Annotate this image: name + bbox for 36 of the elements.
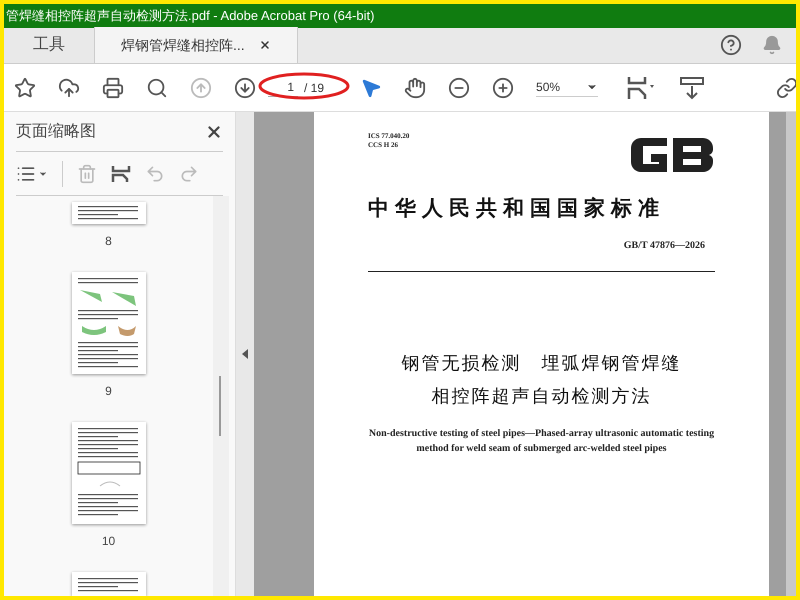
zoom-in-icon[interactable] [492, 76, 514, 98]
help-icon[interactable] [720, 34, 742, 56]
search-icon[interactable] [146, 76, 168, 98]
collapse-arrow-icon[interactable] [242, 349, 248, 359]
standard-number: GB/T 47876—2026 [624, 238, 706, 252]
print-icon[interactable] [102, 76, 124, 98]
page-thumbnail[interactable] [72, 422, 146, 524]
scrollbar[interactable] [786, 112, 796, 596]
window-title: 管焊缝相控阵超声自动检测方法.pdf - Adobe Acrobat Pro (64-bit) [5, 7, 374, 26]
tab[interactable]: 工具 [4, 27, 94, 63]
scrollbar[interactable] [213, 196, 229, 596]
scroll-mode-icon[interactable] [680, 76, 704, 100]
star-icon[interactable] [14, 76, 36, 98]
tab[interactable]: 焊钢管焊缝相控阵... [94, 27, 298, 63]
zoom-out-icon[interactable] [448, 76, 470, 98]
arrow-down-icon[interactable] [234, 76, 256, 98]
page-thumbnail[interactable] [72, 272, 146, 374]
document-title: 相控阵超声自动检测方法 [432, 384, 652, 408]
cloud-upload-icon[interactable] [58, 76, 80, 98]
hand-icon[interactable] [404, 76, 426, 98]
extract-icon[interactable] [111, 164, 131, 184]
page-count: / 19 [304, 80, 324, 96]
link-icon[interactable] [776, 76, 796, 98]
page-thumbnail[interactable] [72, 572, 146, 596]
panel-title: 页面缩略图 [16, 122, 96, 142]
pointer-icon[interactable] [360, 76, 382, 98]
page-number: 8 [105, 233, 112, 250]
zoom-dropdown[interactable]: 50% [536, 78, 598, 97]
page-number: 9 [105, 383, 112, 400]
close-icon[interactable] [258, 39, 271, 51]
document-heading: 中华人民共和国国家标准 [368, 194, 666, 222]
page-number-field[interactable]: 1 [268, 78, 298, 97]
english-title: Non-destructive testing of steel pipes—Phased-array ultrasonic automatic testing method for weld seam of submerged arc-welded steel pipes [368, 426, 715, 456]
document-title: 钢管无损检测 埋弧焊钢管焊缝 [402, 352, 682, 374]
page-number: 10 [102, 533, 116, 550]
page-thumbnail[interactable] [72, 202, 146, 224]
